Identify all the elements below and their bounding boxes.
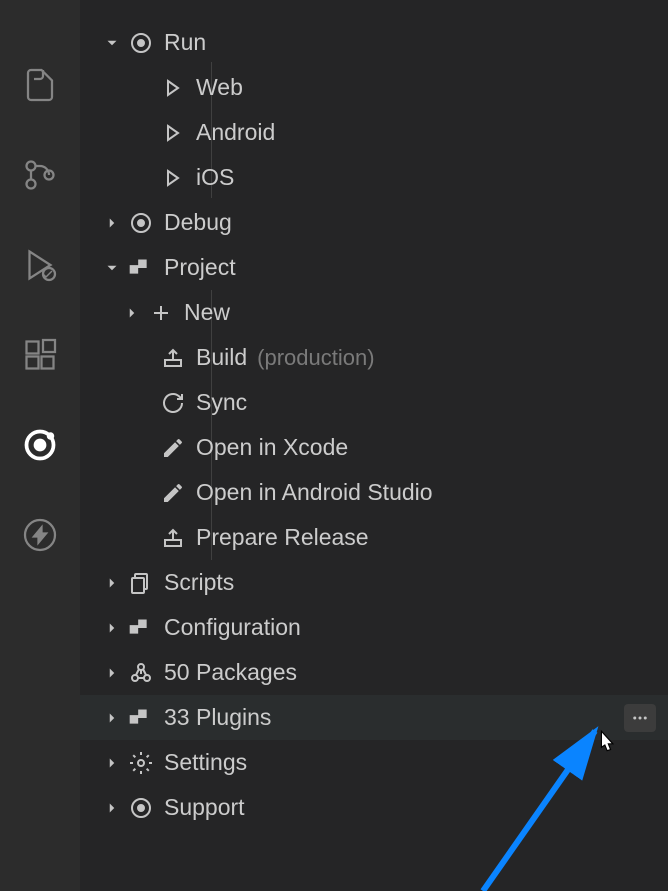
chevron-right-icon — [100, 214, 124, 232]
capacitor-icon — [124, 706, 158, 730]
tree-label: Scripts — [164, 569, 234, 596]
tree-label: Prepare Release — [196, 524, 369, 551]
build-icon — [156, 526, 190, 550]
tree-label: Open in Xcode — [196, 434, 348, 461]
sidebar: Run Web Android iOS Debug Project New Bu… — [80, 0, 668, 891]
tree-label: Run — [164, 29, 206, 56]
chevron-right-icon — [100, 799, 124, 817]
chevron-right-icon — [100, 754, 124, 772]
git-icon[interactable] — [20, 155, 60, 195]
chevron-down-icon — [100, 34, 124, 52]
target-icon — [124, 31, 158, 55]
target-icon — [124, 796, 158, 820]
tree-item-scripts[interactable]: Scripts — [80, 560, 668, 605]
tree-label: 33 Plugins — [164, 704, 271, 731]
tree-item-prepare[interactable]: Prepare Release — [80, 515, 668, 560]
tree-item-android[interactable]: Android — [80, 110, 668, 155]
chevron-down-icon — [100, 259, 124, 277]
plus-icon — [144, 301, 178, 325]
cursor-pointer-icon — [592, 729, 620, 761]
gear-icon — [124, 751, 158, 775]
tree-item-run[interactable]: Run — [80, 20, 668, 65]
chevron-right-icon — [100, 709, 124, 727]
files-icon — [124, 571, 158, 595]
debug-icon[interactable] — [20, 245, 60, 285]
more-icon — [631, 709, 649, 727]
more-button[interactable] — [624, 704, 656, 732]
sync-icon — [156, 391, 190, 415]
tree-item-web[interactable]: Web — [80, 65, 668, 110]
play-icon — [156, 121, 190, 145]
chevron-right-icon — [100, 664, 124, 682]
tree-item-configuration[interactable]: Configuration — [80, 605, 668, 650]
tree-item-ios[interactable]: iOS — [80, 155, 668, 200]
tree-label: Configuration — [164, 614, 301, 641]
packages-icon — [124, 661, 158, 685]
tree-label: 50 Packages — [164, 659, 297, 686]
files-icon[interactable] — [20, 65, 60, 105]
tree-item-open-android[interactable]: Open in Android Studio — [80, 470, 668, 515]
tree-label: Android — [196, 119, 275, 146]
capacitor-icon — [124, 256, 158, 280]
tree-sublabel: (production) — [257, 345, 374, 371]
tree-label: Debug — [164, 209, 232, 236]
tree-label: Sync — [196, 389, 247, 416]
tree-item-project[interactable]: Project — [80, 245, 668, 290]
tree-label: Web — [196, 74, 243, 101]
tree-label: Support — [164, 794, 245, 821]
chevron-right-icon — [120, 304, 144, 322]
extensions-icon[interactable] — [20, 335, 60, 375]
tree-label: Settings — [164, 749, 247, 776]
tree-label: New — [184, 299, 230, 326]
edit-icon — [156, 436, 190, 460]
tree-label: Open in Android Studio — [196, 479, 433, 506]
tree-item-new[interactable]: New — [80, 290, 668, 335]
tree-item-build[interactable]: Build (production) — [80, 335, 668, 380]
build-icon — [156, 346, 190, 370]
capacitor-icon — [124, 616, 158, 640]
tree-item-sync[interactable]: Sync — [80, 380, 668, 425]
chevron-right-icon — [100, 574, 124, 592]
tree-label: iOS — [196, 164, 234, 191]
chevron-right-icon — [100, 619, 124, 637]
tree-item-packages[interactable]: 50 Packages — [80, 650, 668, 695]
edit-icon — [156, 481, 190, 505]
target-icon — [124, 211, 158, 235]
play-icon — [156, 76, 190, 100]
activity-bar — [0, 0, 80, 891]
tree-item-debug[interactable]: Debug — [80, 200, 668, 245]
thunder-icon[interactable] — [20, 515, 60, 555]
play-icon — [156, 166, 190, 190]
tree-item-open-xcode[interactable]: Open in Xcode — [80, 425, 668, 470]
tree-label: Project — [164, 254, 236, 281]
ionic-icon[interactable] — [20, 425, 60, 465]
tree-label: Build — [196, 344, 247, 371]
